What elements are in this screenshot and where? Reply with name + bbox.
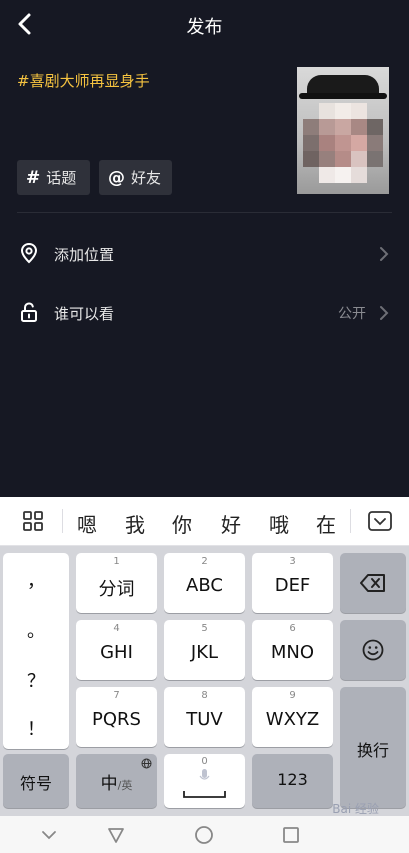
page-title: 发布: [186, 17, 223, 38]
question-key[interactable]: ？: [3, 667, 69, 693]
grid-menu-icon[interactable]: [22, 510, 44, 532]
home-circle-icon[interactable]: [193, 824, 215, 846]
hashtag-icon: #: [26, 167, 41, 188]
back-triangle-icon[interactable]: [105, 824, 127, 846]
globe-icon: [141, 758, 152, 769]
microphone-icon: [199, 769, 210, 780]
emoji-key[interactable]: [340, 620, 406, 680]
candidate-word[interactable]: 嗯: [72, 509, 102, 538]
enter-newline-key[interactable]: 换行: [340, 687, 406, 808]
at-sign-icon: @: [108, 167, 125, 188]
recent-apps-square-icon[interactable]: [280, 824, 302, 846]
chevron-right-icon: [380, 247, 389, 261]
candidate-word[interactable]: 哦: [264, 509, 294, 538]
topic-chip-button[interactable]: # 话题: [17, 160, 90, 195]
chevron-right-icon: [380, 306, 389, 320]
ime-candidate-bar: 嗯 我 你 好 哦 在: [0, 497, 409, 546]
publish-screen: 发布 #喜剧大师再显身手 # 话题 @ 好友 添加位置 谁可以看 公开: [0, 0, 409, 497]
key-9[interactable]: 9 WXYZ: [252, 687, 333, 747]
symbols-key[interactable]: 符号: [3, 754, 69, 808]
candidate-word[interactable]: 你: [167, 509, 197, 538]
smiley-face-icon: [362, 639, 384, 661]
watermark: Bai 经验: [332, 802, 379, 816]
exclamation-key[interactable]: ！: [3, 715, 69, 741]
key-5[interactable]: 5 JKL: [164, 620, 245, 680]
period-key[interactable]: 。: [3, 617, 69, 643]
key-4[interactable]: 4 GHI: [76, 620, 157, 680]
add-location-row[interactable]: 添加位置: [0, 234, 409, 274]
chinese-english-switch-key[interactable]: 中/英: [76, 754, 157, 808]
who-can-view-row[interactable]: 谁可以看 公开: [0, 293, 409, 333]
number-mode-key[interactable]: 123: [252, 754, 333, 808]
chevron-down-icon[interactable]: [38, 824, 60, 846]
friend-chip-label: 好友: [131, 169, 162, 187]
key-3[interactable]: 3 DEF: [252, 553, 333, 613]
key-2[interactable]: 2 ABC: [164, 553, 245, 613]
key-1[interactable]: 1 分词: [76, 553, 157, 613]
nine-key-keyboard: ， 。 ？ ！ 1 分词 2 ABC 3 DEF 4 GHI 5 JKL 6 M…: [0, 546, 409, 816]
english-mode-label: /英: [117, 779, 133, 792]
chinese-mode-label: 中: [100, 774, 118, 794]
add-location-label: 添加位置: [54, 246, 115, 264]
candidate-word[interactable]: 好: [216, 509, 246, 538]
system-navigation-bar: [0, 816, 409, 853]
top-nav-bar: 发布: [0, 0, 409, 50]
who-can-view-label: 谁可以看: [54, 305, 115, 323]
hat-shape: [307, 75, 379, 95]
unlock-icon: [21, 302, 37, 322]
mention-friend-chip-button[interactable]: @ 好友: [99, 160, 172, 195]
location-pin-icon: [20, 242, 38, 264]
backspace-icon: [360, 574, 385, 592]
candidate-word[interactable]: 在: [311, 509, 341, 538]
caption-text[interactable]: #喜剧大师再显身手: [17, 70, 150, 91]
punctuation-column[interactable]: ， 。 ？ ！: [3, 553, 69, 749]
video-cover-thumbnail[interactable]: [297, 67, 389, 194]
hide-keyboard-icon[interactable]: [367, 510, 393, 532]
space-key[interactable]: 0: [164, 754, 245, 808]
privacy-value: 公开: [338, 306, 366, 322]
key-6[interactable]: 6 MNO: [252, 620, 333, 680]
topic-chip-label: 话题: [46, 169, 77, 187]
key-8[interactable]: 8 TUV: [164, 687, 245, 747]
key-7[interactable]: 7 PQRS: [76, 687, 157, 747]
backspace-key[interactable]: [340, 553, 406, 613]
space-bar-icon: [183, 791, 226, 798]
comma-key[interactable]: ，: [3, 567, 69, 593]
divider: [17, 212, 392, 213]
candidate-word[interactable]: 我: [120, 509, 150, 538]
